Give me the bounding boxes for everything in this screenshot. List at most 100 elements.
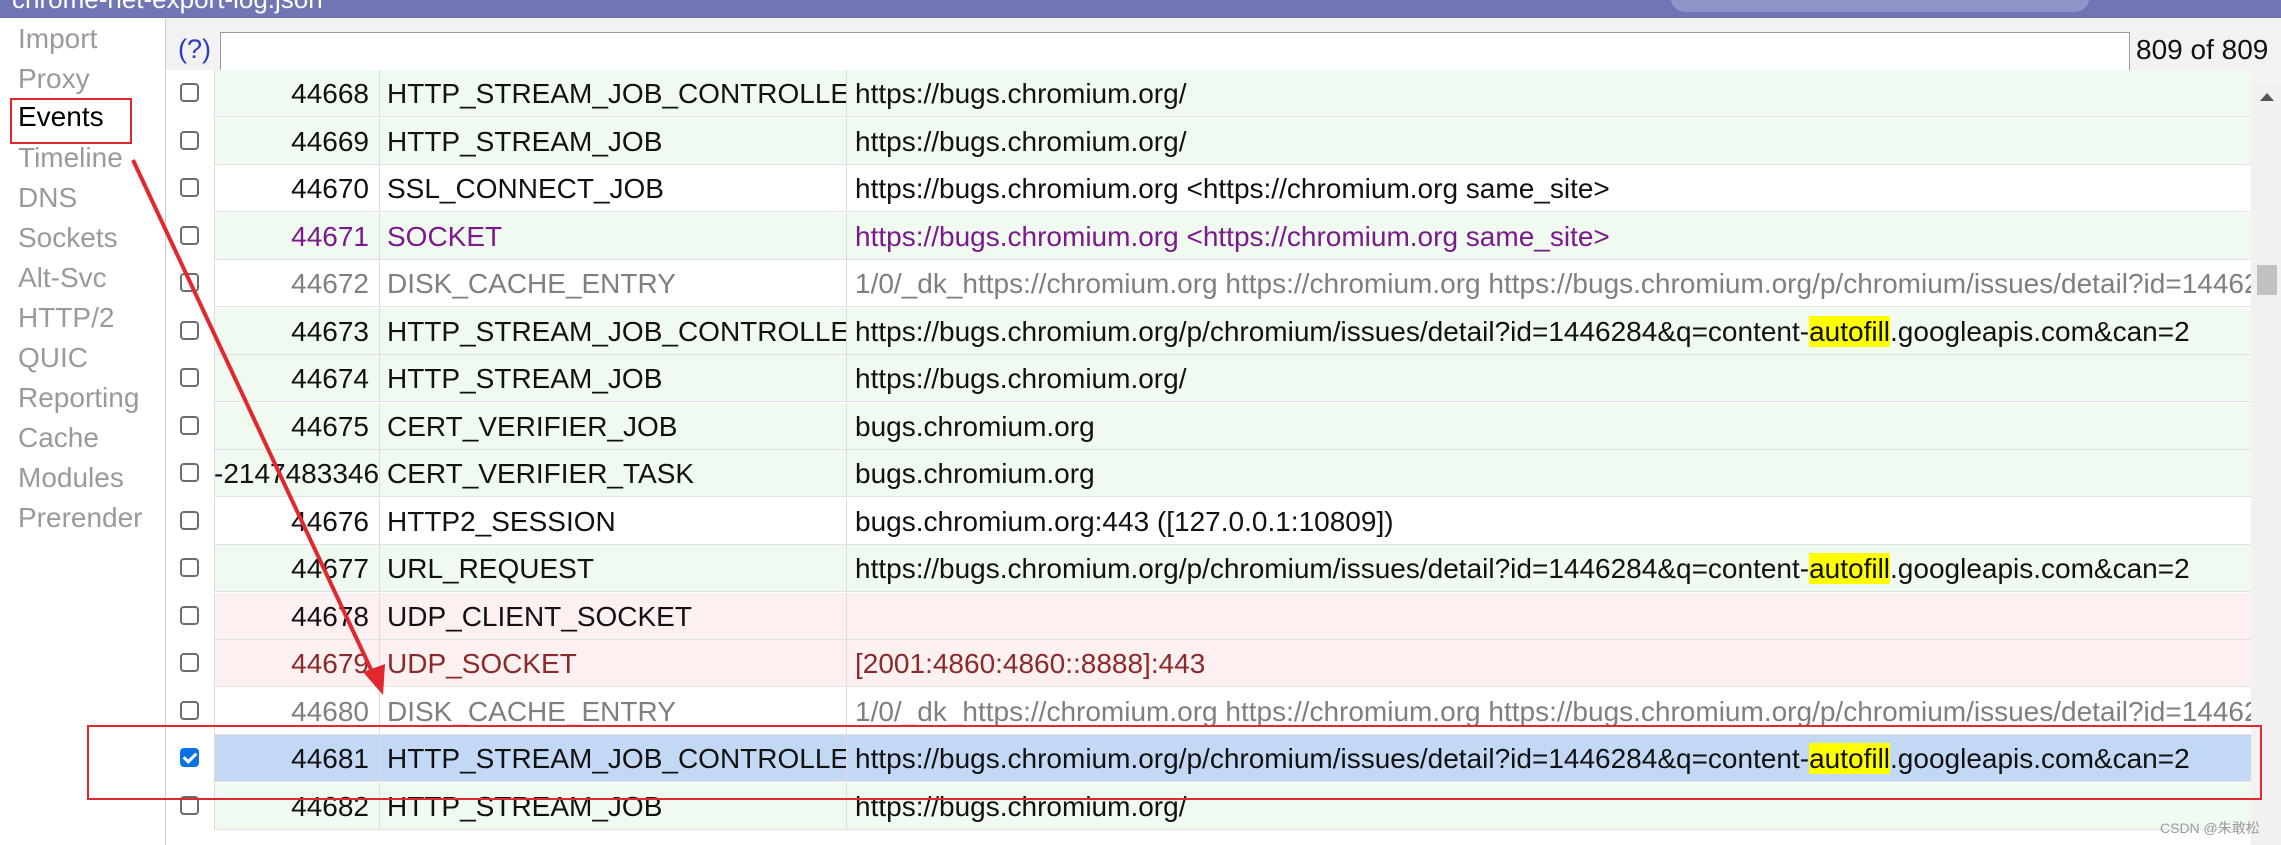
- search-highlight: autofill: [1809, 316, 1891, 347]
- sidebar-item-import[interactable]: Import: [18, 21, 97, 57]
- sidebar-item-modules[interactable]: Modules: [18, 460, 124, 496]
- sidebar-item-proxy[interactable]: Proxy: [18, 61, 90, 97]
- checkbox-cell: [166, 450, 215, 497]
- table-row[interactable]: 44669 HTTP_STREAM_JOB https://bugs.chromiu…: [166, 118, 2251, 165]
- row-checkbox[interactable]: [180, 226, 199, 245]
- description-text-after: .googleapis.com&can=2: [1890, 553, 2190, 584]
- event-type: HTTP_STREAM_JOB_CONTROLLER: [380, 70, 847, 117]
- sidebar-item-cache[interactable]: Cache: [18, 420, 99, 456]
- event-id: 44671: [214, 213, 380, 260]
- description-text: https://bugs.chromium.org/p/chromium/iss…: [855, 316, 1810, 347]
- row-checkbox[interactable]: [180, 653, 199, 672]
- event-description: https://bugs.chromium.org/: [847, 118, 2251, 165]
- table-row[interactable]: 44671 SOCKET https://bugs.chromium.org <ht…: [166, 213, 2251, 260]
- table-row[interactable]: 44672 DISK_CACHE_ENTRY 1/0/_dk_https://chr…: [166, 260, 2251, 307]
- checkbox-cell: [166, 545, 215, 592]
- table-row[interactable]: 44673 HTTP_STREAM_JOB_CONTROLLER https://b…: [166, 308, 2251, 355]
- row-checkbox[interactable]: [180, 416, 199, 435]
- table-row[interactable]: 44678 UDP_CLIENT_SOCKET: [166, 593, 2251, 640]
- event-description: [2001:4860:4860::8888]:443: [847, 640, 2251, 687]
- event-id: 44675: [214, 403, 380, 450]
- description-text: bugs.chromium.org: [855, 458, 1095, 489]
- row-checkbox[interactable]: [180, 511, 199, 530]
- title-bar-pill: [1670, 0, 2090, 12]
- event-id: 44672: [214, 260, 380, 307]
- event-type: HTTP2_SESSION: [380, 498, 847, 545]
- watermark: CSDN @朱敢松: [2160, 820, 2260, 836]
- table-row[interactable]: 44676 HTTP2_SESSION bugs.chromium.org:443 …: [166, 498, 2251, 545]
- checkbox-cell: [166, 165, 215, 212]
- event-id: 44677: [214, 545, 380, 592]
- filter-input[interactable]: [220, 32, 2130, 72]
- row-checkbox[interactable]: [180, 321, 199, 340]
- description-text: https://bugs.chromium.org <https://chrom…: [855, 221, 1610, 252]
- description-text: [2001:4860:4860::8888]:443: [855, 648, 1206, 679]
- row-checkbox[interactable]: [180, 558, 199, 577]
- sidebar-item-alt-svc[interactable]: Alt-Svc: [18, 260, 107, 296]
- sidebar-item-dns[interactable]: DNS: [18, 180, 77, 216]
- description-text: 1/0/_dk_https://chromium.org https://chr…: [855, 696, 2251, 727]
- row-checkbox[interactable]: [180, 701, 199, 720]
- table-row[interactable]: 44679 UDP_SOCKET [2001:4860:4860::8888]:44…: [166, 640, 2251, 687]
- row-checkbox[interactable]: [180, 606, 199, 625]
- table-row[interactable]: 44668 HTTP_STREAM_JOB_CONTROLLER https://b…: [166, 70, 2251, 117]
- event-type: HTTP_STREAM_JOB_CONTROLLER: [380, 308, 847, 355]
- checkbox-cell: [166, 213, 215, 260]
- event-description: 1/0/_dk_https://chromium.org https://chr…: [847, 260, 2251, 307]
- scroll-thumb[interactable]: [2257, 265, 2277, 295]
- window-title: chrome-net-export-log.json: [12, 0, 323, 15]
- checkbox-cell: [166, 355, 215, 402]
- sidebar-item-sockets[interactable]: Sockets: [18, 220, 118, 256]
- event-description: https://bugs.chromium.org <https://chrom…: [847, 213, 2251, 260]
- event-count: 809 of 809: [2136, 34, 2269, 65]
- checkbox-cell: [166, 70, 215, 117]
- checkbox-cell: [166, 640, 215, 687]
- event-id: 44679: [214, 640, 380, 687]
- sidebar-item-quic[interactable]: QUIC: [18, 340, 88, 376]
- filter-help-link[interactable]: (?): [178, 34, 211, 65]
- row-checkbox[interactable]: [180, 368, 199, 387]
- event-type: DISK_CACHE_ENTRY: [380, 260, 847, 307]
- event-id: 44678: [214, 593, 380, 640]
- table-row[interactable]: 44675 CERT_VERIFIER_JOB bugs.chromium.org: [166, 403, 2251, 450]
- scroll-up-arrow-icon[interactable]: [2260, 93, 2274, 101]
- event-type: CERT_VERIFIER_TASK: [380, 450, 847, 497]
- table-row[interactable]: 44674 HTTP_STREAM_JOB https://bugs.chromiu…: [166, 355, 2251, 402]
- row-checkbox[interactable]: [180, 131, 199, 150]
- table-row[interactable]: 44677 URL_REQUEST https://bugs.chromium.or…: [166, 545, 2251, 592]
- event-description: https://bugs.chromium.org/p/chromium/iss…: [847, 545, 2251, 592]
- checkbox-cell: [166, 260, 215, 307]
- checkbox-cell: [166, 593, 215, 640]
- checkbox-cell: [166, 498, 215, 545]
- event-type: SSL_CONNECT_JOB: [380, 165, 847, 212]
- description-text-after: .googleapis.com&can=2: [1890, 316, 2190, 347]
- event-id: 44670: [214, 165, 380, 212]
- event-description: bugs.chromium.org: [847, 450, 2251, 497]
- sidebar-item-prerender[interactable]: Prerender: [18, 500, 143, 536]
- window-title-bar: chrome-net-export-log.json: [0, 0, 2281, 18]
- description-text: https://bugs.chromium.org/: [855, 78, 1187, 109]
- row-checkbox[interactable]: [180, 178, 199, 197]
- event-description: bugs.chromium.org: [847, 403, 2251, 450]
- description-text: bugs.chromium.org:443 ([127.0.0.1:10809]…: [855, 506, 1394, 537]
- event-id: 44673: [214, 308, 380, 355]
- table-row[interactable]: -2147483346 CERT_VERIFIER_TASK bugs.chromi…: [166, 450, 2251, 497]
- sidebar-item-reporting[interactable]: Reporting: [18, 380, 139, 416]
- events-highlight-box: [10, 98, 132, 144]
- events-panel: (?) 809 of 809 44668 HTTP_STREAM_JOB_CONT…: [165, 18, 2281, 845]
- sidebar-item-timeline[interactable]: Timeline: [18, 140, 123, 176]
- event-type: URL_REQUEST: [380, 545, 847, 592]
- checkbox-cell: [166, 118, 215, 165]
- event-description: [847, 593, 2251, 640]
- checkbox-cell: [166, 403, 215, 450]
- table-row[interactable]: 44670 SSL_CONNECT_JOB https://bugs.chromiu…: [166, 165, 2251, 212]
- row-checkbox[interactable]: [180, 273, 199, 292]
- sidebar-item-http-2[interactable]: HTTP/2: [18, 300, 114, 336]
- row-checkbox[interactable]: [180, 463, 199, 482]
- event-id: -2147483346: [214, 450, 380, 497]
- description-text: bugs.chromium.org: [855, 411, 1095, 442]
- event-description: https://bugs.chromium.org/: [847, 355, 2251, 402]
- row-checkbox[interactable]: [180, 83, 199, 102]
- event-type: UDP_SOCKET: [380, 640, 847, 687]
- event-type: SOCKET: [380, 213, 847, 260]
